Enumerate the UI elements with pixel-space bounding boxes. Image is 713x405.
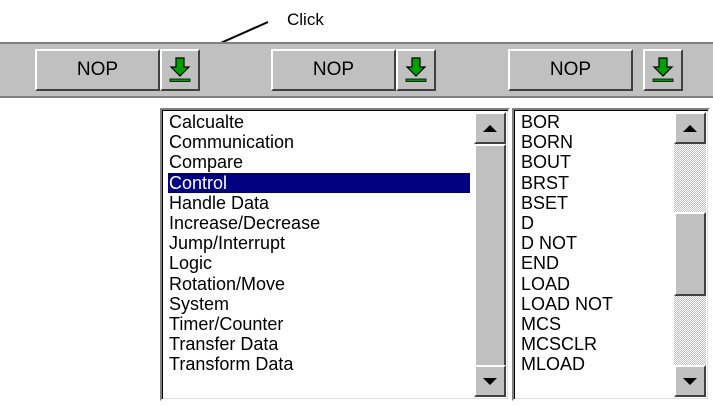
nop-button-3-label: NOP — [549, 59, 592, 80]
instruction-item[interactable]: MCSCLR — [520, 334, 670, 354]
category-item[interactable]: Logic — [168, 253, 470, 273]
download-button-2[interactable] — [396, 49, 436, 91]
click-annotation-label: Click — [287, 10, 324, 29]
instruction-items: BOR BORN BOUT BRST BSET D D NOT END LOAD… — [520, 112, 670, 397]
instruction-scrollbar[interactable] — [674, 112, 706, 397]
arrow-down-icon — [483, 377, 497, 385]
category-item-selected[interactable]: Control — [168, 172, 470, 193]
instruction-listbox[interactable]: BOR BORN BOUT BRST BSET D D NOT END LOAD… — [512, 108, 710, 401]
category-items: Calcualte Communication Compare Control … — [168, 112, 470, 397]
nop-button-2-label: NOP — [312, 59, 355, 80]
instruction-item[interactable]: END — [520, 253, 670, 273]
nop-button-3[interactable]: NOP — [508, 49, 633, 91]
instruction-scroll-thumb[interactable] — [674, 212, 706, 296]
instruction-toolbar: NOP NOP NOP — [0, 42, 713, 98]
download-arrow-icon — [652, 57, 674, 82]
category-item[interactable]: Transform Data — [168, 354, 470, 374]
category-item[interactable]: Jump/Interrupt — [168, 233, 470, 253]
instruction-item[interactable]: LOAD — [520, 274, 670, 294]
category-scroll-thumb[interactable] — [474, 144, 506, 367]
category-item[interactable]: Rotation/Move — [168, 274, 470, 294]
category-item[interactable]: Timer/Counter — [168, 314, 470, 334]
category-item[interactable]: Increase/Decrease — [168, 213, 470, 233]
category-item[interactable]: Handle Data — [168, 193, 470, 213]
category-item[interactable]: Compare — [168, 152, 470, 172]
instruction-item[interactable]: BOUT — [520, 152, 670, 172]
category-scrollbar[interactable] — [474, 112, 506, 397]
download-button-3[interactable] — [643, 49, 683, 91]
nop-button-2[interactable]: NOP — [271, 49, 396, 91]
download-arrow-icon — [405, 57, 427, 82]
scroll-down-button[interactable] — [674, 365, 706, 397]
scroll-up-button[interactable] — [674, 112, 706, 144]
category-item[interactable]: System — [168, 294, 470, 314]
scroll-down-button[interactable] — [474, 365, 506, 397]
instruction-item[interactable]: LOAD NOT — [520, 294, 670, 314]
download-button-1[interactable] — [160, 49, 200, 91]
category-item[interactable]: Calcualte — [168, 112, 470, 132]
instruction-item[interactable]: BOR — [520, 112, 670, 132]
arrow-up-icon — [683, 124, 697, 132]
instruction-item[interactable]: BSET — [520, 193, 670, 213]
instruction-item[interactable]: MCS — [520, 314, 670, 334]
category-listbox[interactable]: Calcualte Communication Compare Control … — [160, 108, 510, 401]
nop-button-1-label: NOP — [76, 59, 119, 80]
arrow-down-icon — [683, 377, 697, 385]
download-arrow-icon — [169, 57, 191, 82]
arrow-up-icon — [483, 124, 497, 132]
nop-button-1[interactable]: NOP — [35, 49, 160, 91]
instruction-item[interactable]: MLOAD — [520, 354, 670, 374]
category-item[interactable]: Transfer Data — [168, 334, 470, 354]
scroll-up-button[interactable] — [474, 112, 506, 144]
instruction-item[interactable]: D NOT — [520, 233, 670, 253]
instruction-item[interactable]: BORN — [520, 132, 670, 152]
instruction-item[interactable]: D — [520, 213, 670, 233]
category-item[interactable]: Communication — [168, 132, 470, 152]
instruction-item[interactable]: BRST — [520, 173, 670, 193]
